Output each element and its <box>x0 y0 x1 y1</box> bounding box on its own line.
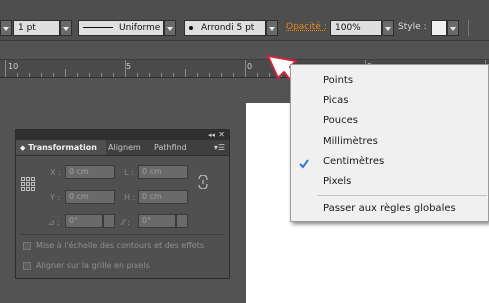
height-field[interactable]: 0 cm <box>138 190 188 204</box>
ruler-tick <box>89 73 90 77</box>
menu-item-global-rulers[interactable]: Passer aux règles globales <box>323 203 456 214</box>
tab-pathfinder[interactable]: Pathfind <box>150 140 198 155</box>
ruler-tick <box>149 73 150 77</box>
ruler-label-0: 0 <box>247 62 253 71</box>
opacity-field[interactable]: 100% <box>330 20 382 36</box>
tab-transformation[interactable]: ◆ Transformation <box>16 140 106 155</box>
ruler-tick <box>221 73 222 77</box>
rotate-icon: ⊿ : <box>48 218 60 227</box>
panel-menu-icon[interactable]: ▾☰ <box>214 143 225 152</box>
stroke-weight-dropdown-icon[interactable] <box>60 20 72 36</box>
ruler-tick <box>77 73 78 77</box>
menu-item-centimetres[interactable]: Centimètres <box>323 156 384 167</box>
control-bar: 1 pt Uniforme Arrondi 5 pt Opacité : 100… <box>0 0 489 41</box>
menu-item-pouces[interactable]: Pouces <box>323 115 358 126</box>
style-dropdown-icon[interactable] <box>447 20 459 36</box>
stroke-weight-stepper-icon[interactable] <box>0 20 12 36</box>
stroke-line-icon <box>83 27 113 28</box>
scale-strokes-label: Mise à l'échelle des contours et des eff… <box>36 241 204 250</box>
ruler-tick <box>137 73 138 77</box>
opacity-dropdown-icon[interactable] <box>382 20 394 36</box>
menu-item-points[interactable]: Points <box>323 75 353 86</box>
ruler-tick <box>209 73 210 77</box>
style-swatch[interactable] <box>431 20 447 36</box>
stroke-profile-label: Uniforme <box>119 23 161 33</box>
tab-alignement-label: Alignem <box>108 143 141 152</box>
brush-field[interactable]: Arrondi 5 pt <box>184 20 266 36</box>
opacity-label[interactable]: Opacité : <box>286 22 327 32</box>
scale-strokes-checkbox[interactable] <box>23 242 31 250</box>
ruler-tick <box>17 73 18 77</box>
brush-dropdown-icon[interactable] <box>266 20 278 36</box>
ruler-tick <box>101 73 102 77</box>
height-label: H : <box>124 193 136 202</box>
tab-alignement[interactable]: Alignem <box>104 140 152 155</box>
collapse-icon[interactable]: ◂◂ <box>208 130 215 140</box>
ruler-tick <box>245 60 246 77</box>
shear-icon: ⁄⁄ : <box>122 218 130 227</box>
y-label: Y : <box>50 193 61 202</box>
x-field[interactable]: 0 cm <box>65 165 115 179</box>
tab-toggle-icon: ◆ <box>20 144 26 152</box>
ruler-tick <box>113 73 114 77</box>
menu-item-pixels[interactable]: Pixels <box>323 176 351 187</box>
menu-item-millimetres[interactable]: Millimètres <box>323 136 378 147</box>
stroke-profile-field[interactable]: Uniforme <box>78 20 164 36</box>
ruler-tick <box>5 60 6 77</box>
menu-separator <box>317 195 487 196</box>
brush-label: Arrondi 5 pt <box>201 23 255 33</box>
shear-field[interactable]: 0° <box>138 214 176 228</box>
constrain-proportions-icon[interactable] <box>196 174 210 190</box>
ruler-tick <box>257 73 258 77</box>
align-grid-label: Aligner sur la grille en pixels <box>36 261 150 270</box>
tab-transformation-label: Transformation <box>28 143 97 152</box>
tab-pathfinder-label: Pathfind <box>154 143 187 152</box>
menu-item-picas[interactable]: Picas <box>323 95 348 106</box>
panel-titlebar[interactable]: ◂◂ ✕ <box>16 130 229 140</box>
ruler-label-5-left: 5 <box>126 62 132 71</box>
toolbar-divider <box>468 20 469 36</box>
x-label: X : <box>50 168 61 177</box>
ruler-tick <box>197 73 198 77</box>
ruler-tick <box>185 69 186 77</box>
ruler-tick <box>65 69 66 77</box>
align-grid-checkbox[interactable] <box>23 262 31 270</box>
panel-divider <box>20 234 225 235</box>
ruler-label-10: 10 <box>8 62 19 71</box>
ruler-tick <box>29 73 30 77</box>
ruler-tick <box>173 73 174 77</box>
stroke-weight-field[interactable]: 1 pt <box>13 20 60 36</box>
shear-dropdown-icon[interactable] <box>176 214 188 228</box>
panel-tabs: ◆ Transformation Alignem Pathfind ▾☰ <box>16 140 229 156</box>
ruler-tick <box>41 73 42 77</box>
ruler-tick <box>161 73 162 77</box>
width-label: L : <box>124 168 134 177</box>
ruler-units-menu: Points Picas Pouces Millimètres Centimèt… <box>290 64 489 222</box>
style-label: Style : <box>398 22 427 32</box>
ruler-tick <box>53 73 54 77</box>
close-icon[interactable]: ✕ <box>218 130 225 140</box>
reference-point-icon[interactable] <box>21 177 35 191</box>
ruler-tick <box>233 73 234 77</box>
checkmark-icon <box>299 159 309 169</box>
ruler-tick <box>125 60 126 77</box>
width-field[interactable]: 0 cm <box>138 165 188 179</box>
y-field[interactable]: 0 cm <box>65 190 115 204</box>
transform-panel: ◂◂ ✕ ◆ Transformation Alignem Pathfind ▾… <box>15 129 230 279</box>
rotate-field[interactable]: 0° <box>65 214 103 228</box>
rotate-dropdown-icon[interactable] <box>103 214 115 228</box>
stroke-profile-dropdown-icon[interactable] <box>164 20 176 36</box>
brush-dot-icon <box>189 25 193 30</box>
